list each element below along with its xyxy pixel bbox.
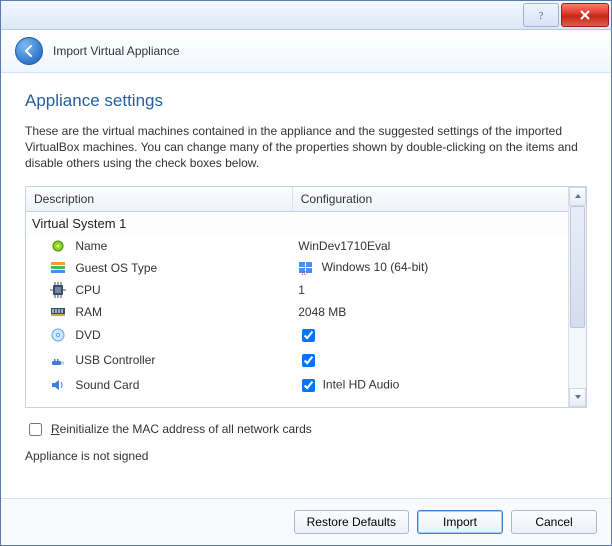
- row-label: DVD: [75, 328, 100, 342]
- chevron-down-icon: [574, 393, 582, 401]
- dvd-icon: [50, 327, 66, 343]
- sound-checkbox[interactable]: [302, 379, 315, 392]
- row-value: WinDev1710Eval: [298, 239, 390, 253]
- page-description: These are the virtual machines contained…: [25, 123, 587, 172]
- row-ram[interactable]: RAM 2048 MB: [26, 301, 568, 323]
- content-area: Appliance settings These are the virtual…: [1, 73, 611, 498]
- name-icon: [50, 238, 66, 254]
- import-button[interactable]: Import: [417, 510, 503, 534]
- row-value: 2048 MB: [298, 305, 346, 319]
- signed-status: Appliance is not signed: [25, 449, 587, 463]
- row-os[interactable]: Guest OS Type 10: [26, 257, 568, 279]
- row-label: Name: [75, 239, 107, 253]
- sound-icon: [50, 377, 66, 393]
- scroll-thumb[interactable]: [570, 206, 585, 328]
- scroll-track[interactable]: [569, 206, 586, 388]
- row-value: Windows 10 (64-bit): [322, 260, 429, 274]
- row-label: USB Controller: [75, 353, 155, 367]
- settings-table: Description Configuration Virtual System…: [25, 186, 587, 408]
- usb-checkbox[interactable]: [302, 354, 315, 367]
- group-label: Virtual System 1: [26, 211, 568, 235]
- row-name[interactable]: Name WinDev1710Eval: [26, 235, 568, 257]
- cpu-icon: [50, 282, 66, 298]
- page-heading: Appliance settings: [25, 91, 587, 111]
- close-icon: [579, 9, 591, 21]
- col-header-configuration[interactable]: Configuration: [292, 187, 568, 212]
- os-type-icon: [50, 260, 66, 276]
- reinit-mac-label[interactable]: Reinitialize the MAC address of all netw…: [51, 422, 312, 436]
- arrow-left-icon: [22, 44, 36, 58]
- back-button[interactable]: [15, 37, 43, 65]
- row-dvd[interactable]: DVD: [26, 323, 568, 348]
- vertical-scrollbar[interactable]: [568, 187, 586, 407]
- dvd-checkbox[interactable]: [302, 329, 315, 342]
- row-label: RAM: [75, 305, 102, 319]
- restore-defaults-button[interactable]: Restore Defaults: [294, 510, 409, 534]
- close-button[interactable]: [561, 3, 609, 27]
- ram-icon: [50, 304, 66, 320]
- reinit-mac-row: Reinitialize the MAC address of all netw…: [25, 420, 587, 439]
- col-header-description[interactable]: Description: [26, 187, 292, 212]
- button-bar: Restore Defaults Import Cancel: [1, 498, 611, 545]
- help-icon: ?: [535, 9, 547, 21]
- group-row[interactable]: Virtual System 1: [26, 211, 568, 235]
- row-value: 1: [298, 283, 305, 297]
- scroll-up-button[interactable]: [569, 187, 586, 206]
- chevron-up-icon: [574, 192, 582, 200]
- windows-icon: 10: [298, 260, 314, 276]
- help-button[interactable]: ?: [523, 3, 559, 27]
- row-label: Sound Card: [75, 378, 139, 392]
- row-label: CPU: [75, 283, 100, 297]
- row-cpu[interactable]: CPU 1: [26, 279, 568, 301]
- svg-text:?: ?: [539, 10, 544, 21]
- title-bar: ?: [1, 1, 611, 30]
- scroll-down-button[interactable]: [569, 388, 586, 407]
- svg-text:10: 10: [301, 271, 307, 276]
- wizard-title: Import Virtual Appliance: [53, 44, 180, 58]
- row-value: Intel HD Audio: [323, 377, 400, 391]
- dialog-window: ? Import Virtual Appliance Appliance set…: [0, 0, 612, 546]
- row-usb[interactable]: USB Controller: [26, 348, 568, 373]
- row-sound[interactable]: Sound Card Intel HD Audio: [26, 373, 568, 398]
- wizard-header: Import Virtual Appliance: [1, 30, 611, 73]
- cancel-button[interactable]: Cancel: [511, 510, 597, 534]
- reinit-mac-checkbox[interactable]: [29, 423, 42, 436]
- row-label: Guest OS Type: [75, 261, 157, 275]
- usb-icon: [50, 352, 66, 368]
